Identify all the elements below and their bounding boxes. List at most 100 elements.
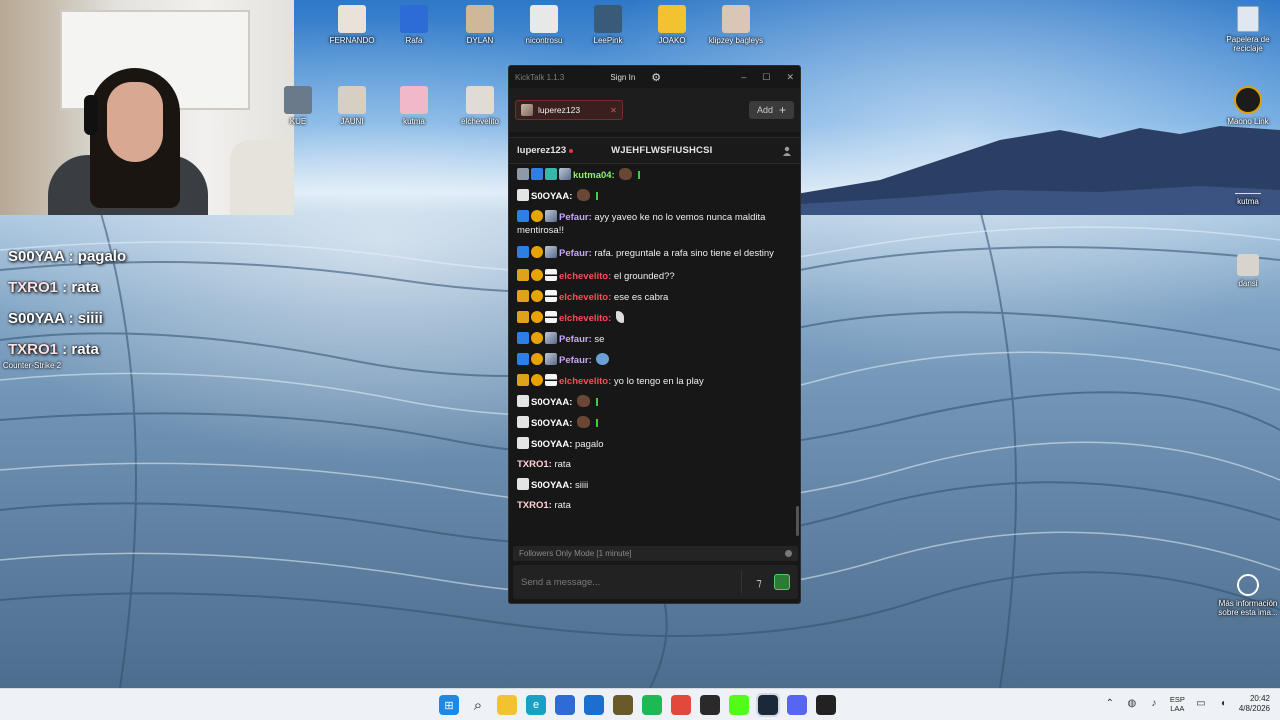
chat-username[interactable]: Pefaur: bbox=[559, 355, 592, 366]
bot-badge-icon[interactable] bbox=[517, 437, 529, 449]
start-button-icon[interactable]: ⊞ bbox=[439, 695, 459, 715]
desktop-icon[interactable]: LeePink bbox=[572, 5, 644, 46]
desktop-icon[interactable]: JOAKO bbox=[636, 5, 708, 46]
chat-username[interactable]: S0OYAA: bbox=[531, 480, 572, 491]
sub-badge-icon[interactable] bbox=[531, 246, 543, 258]
bot-badge-icon[interactable] bbox=[517, 189, 529, 201]
epic-games-icon[interactable] bbox=[816, 695, 836, 715]
user-list-icon[interactable] bbox=[782, 146, 792, 156]
pic-badge-icon[interactable] bbox=[545, 246, 557, 258]
chat-username[interactable]: S0OYAA: bbox=[531, 439, 572, 450]
settings-icon[interactable]: ⚙ bbox=[651, 71, 661, 84]
pic-badge-icon[interactable] bbox=[545, 332, 557, 344]
desktop-icon[interactable]: nicontrosu bbox=[508, 5, 580, 46]
minimize-icon[interactable]: – bbox=[741, 72, 746, 83]
tab-luperez123[interactable]: luperez123 ✕ bbox=[515, 100, 623, 120]
verified-badge-icon[interactable] bbox=[517, 332, 529, 344]
bot-badge-icon[interactable] bbox=[517, 416, 529, 428]
sign-in-button[interactable]: Sign In bbox=[610, 73, 635, 82]
close-icon[interactable]: ✕ bbox=[786, 72, 794, 83]
chevron-up-icon[interactable]: ⌃ bbox=[1104, 698, 1116, 710]
verified-badge-icon[interactable] bbox=[517, 353, 529, 365]
crown-badge-icon[interactable] bbox=[517, 290, 529, 302]
sub-badge-icon[interactable] bbox=[531, 290, 543, 302]
mask-badge-icon[interactable] bbox=[545, 290, 557, 302]
file-explorer-icon[interactable] bbox=[497, 695, 517, 715]
discord-icon[interactable] bbox=[787, 695, 807, 715]
chat-username[interactable]: elchevelito: bbox=[559, 376, 611, 387]
store-icon[interactable] bbox=[555, 695, 575, 715]
pic-badge-icon[interactable] bbox=[545, 210, 557, 222]
desktop-icon-maono-link[interactable]: Maono Link bbox=[1218, 86, 1278, 126]
chat-username[interactable]: elchevelito: bbox=[559, 271, 611, 282]
add-channel-button[interactable]: Add + bbox=[748, 101, 794, 119]
chat-username[interactable]: Pefaur: bbox=[559, 248, 592, 259]
grid-badge-icon[interactable] bbox=[545, 168, 557, 180]
mask-badge-icon[interactable] bbox=[545, 311, 557, 323]
obs-icon[interactable] bbox=[700, 695, 720, 715]
chrome-icon[interactable] bbox=[671, 695, 691, 715]
titlebar[interactable]: KickTalk 1.1.3 Sign In ⚙ – ☐ ✕ bbox=[509, 66, 800, 88]
kick-emote-icon[interactable]: ⁊ bbox=[750, 574, 768, 590]
desktop-icon-dansi[interactable]: dansi bbox=[1218, 254, 1278, 288]
desktop-icon-recycle-bin[interactable]: Papelera de reciclaje bbox=[1218, 6, 1278, 53]
desktop-icon[interactable]: DYLAN bbox=[444, 5, 516, 46]
sub-badge-icon[interactable] bbox=[531, 269, 543, 281]
clock[interactable]: 20:42 4/8/2026 bbox=[1239, 694, 1270, 714]
channel-name[interactable]: luperez123 bbox=[517, 145, 566, 156]
desktop-icon[interactable]: elchevelito bbox=[444, 86, 516, 127]
emote-icon[interactable] bbox=[615, 311, 624, 323]
desktop-icon[interactable]: kutma bbox=[378, 86, 450, 127]
emote-icon[interactable] bbox=[577, 189, 590, 201]
volume-icon[interactable]: ◖ bbox=[1217, 698, 1229, 710]
sub-badge-icon[interactable] bbox=[531, 311, 543, 323]
mask-badge-icon[interactable] bbox=[545, 374, 557, 386]
bot-badge-icon[interactable] bbox=[517, 395, 529, 407]
chat-username[interactable]: elchevelito: bbox=[559, 313, 611, 324]
sub-badge-icon[interactable] bbox=[531, 210, 543, 222]
close-tab-icon[interactable]: ✕ bbox=[610, 106, 617, 115]
chat-username[interactable]: Pefaur: bbox=[559, 334, 592, 345]
desktop-icon-counter-strike[interactable]: Counter-Strike 2 bbox=[0, 361, 64, 371]
message-input[interactable]: Send a message... bbox=[521, 570, 742, 594]
maximize-icon[interactable]: ☐ bbox=[762, 72, 770, 83]
microphone-icon[interactable]: ♪ bbox=[1148, 698, 1160, 710]
emote-icon[interactable] bbox=[619, 168, 633, 180]
chat-username[interactable]: kutma04: bbox=[573, 170, 615, 181]
outlook-icon[interactable] bbox=[584, 695, 604, 715]
desktop-icon[interactable]: Rafa bbox=[378, 5, 450, 46]
game-app-icon[interactable] bbox=[613, 695, 633, 715]
chat-username[interactable]: S0OYAA: bbox=[531, 418, 572, 429]
verified-badge-icon[interactable] bbox=[531, 168, 543, 180]
desktop-icon[interactable]: klipzey bagleys bbox=[700, 5, 772, 46]
verified-badge-icon[interactable] bbox=[517, 210, 529, 222]
language-indicator[interactable]: ESP LAA bbox=[1170, 695, 1185, 713]
verified-badge-icon[interactable] bbox=[517, 246, 529, 258]
crown-badge-icon[interactable] bbox=[517, 269, 529, 281]
edge-icon[interactable]: e bbox=[526, 695, 546, 715]
monitor-icon[interactable]: ▭ bbox=[1195, 698, 1207, 710]
info-icon[interactable] bbox=[785, 550, 792, 557]
chat-username[interactable]: Pefaur: bbox=[559, 212, 592, 223]
chat-username[interactable]: TXRO1: bbox=[517, 459, 552, 470]
kick-icon[interactable] bbox=[729, 695, 749, 715]
spotify-icon[interactable] bbox=[642, 695, 662, 715]
game-badge-icon[interactable] bbox=[517, 168, 529, 180]
chat-username[interactable]: TXRO1: bbox=[517, 500, 552, 511]
pic-badge-icon[interactable] bbox=[545, 353, 557, 365]
mask-badge-icon[interactable] bbox=[545, 269, 557, 281]
chat-scrollbar[interactable] bbox=[796, 506, 799, 536]
sub-badge-icon[interactable] bbox=[531, 332, 543, 344]
emote-icon[interactable] bbox=[596, 353, 610, 365]
emote-picker-icon[interactable] bbox=[774, 574, 790, 590]
network-icon[interactable]: ◍ bbox=[1126, 698, 1138, 710]
bot-badge-icon[interactable] bbox=[517, 478, 529, 490]
crown-badge-icon[interactable] bbox=[517, 374, 529, 386]
sub-badge-icon[interactable] bbox=[531, 374, 543, 386]
steam-icon[interactable] bbox=[756, 693, 780, 717]
emote-icon[interactable] bbox=[577, 395, 590, 407]
chat-username[interactable]: S0OYAA: bbox=[531, 397, 572, 408]
search-button-icon[interactable]: ⌕ bbox=[468, 695, 488, 715]
chat-username[interactable]: S0OYAA: bbox=[531, 191, 572, 202]
sub-badge-icon[interactable] bbox=[531, 353, 543, 365]
